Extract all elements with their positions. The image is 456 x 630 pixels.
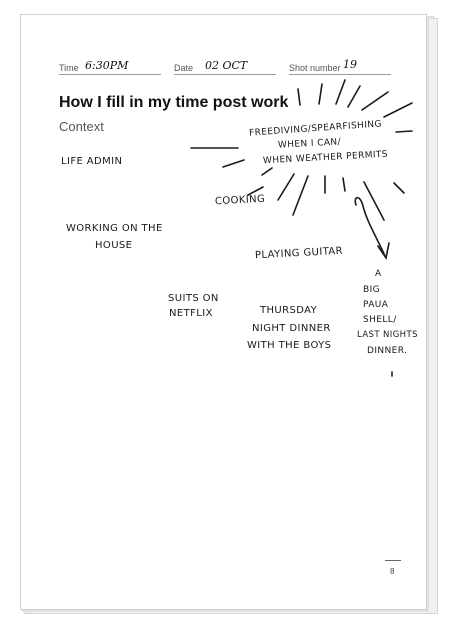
ray-stroke: [335, 79, 346, 105]
ray-strokes: [190, 79, 413, 377]
ray-stroke: [261, 167, 273, 176]
ray-stroke: [393, 182, 405, 194]
ray-stroke: [318, 83, 323, 105]
ray-stroke: [247, 186, 264, 196]
ray-stroke: [383, 102, 413, 118]
arrow-to-paua: [354, 196, 390, 261]
ray-stroke: [361, 91, 389, 111]
ray-stroke: [292, 175, 309, 216]
ray-stroke: [347, 85, 361, 108]
ray-stroke: [297, 88, 301, 106]
ray-stroke: [363, 181, 385, 221]
ray-stroke: [342, 177, 346, 192]
ray-stroke: [277, 173, 295, 201]
ray-stroke: [222, 159, 245, 168]
ray-stroke: [395, 130, 413, 133]
